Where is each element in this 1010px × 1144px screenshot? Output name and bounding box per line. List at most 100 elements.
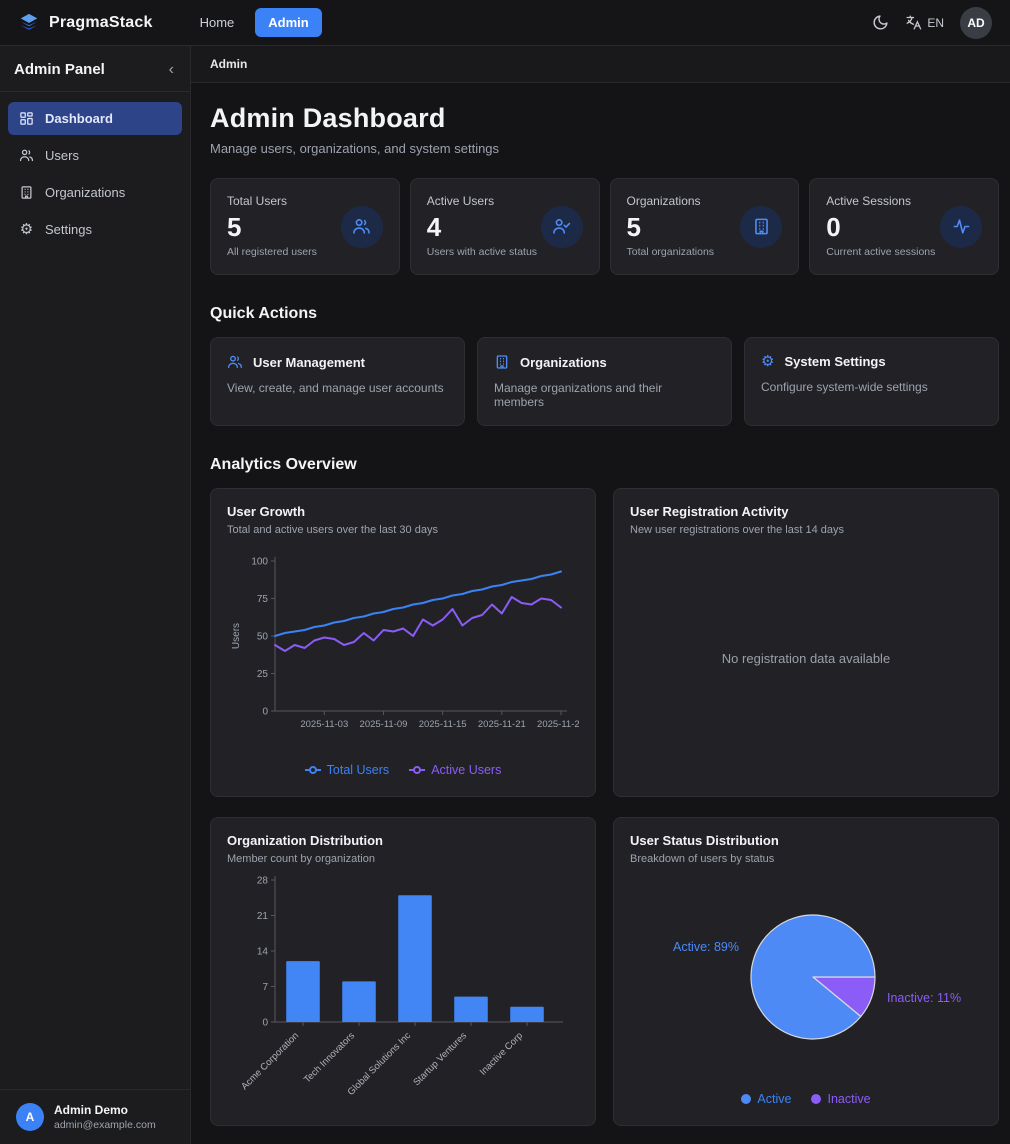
user-name: Admin Demo <box>54 1103 156 1117</box>
breadcrumb-bar: Admin <box>191 46 1010 83</box>
svg-text:14: 14 <box>257 946 269 957</box>
svg-text:Global Solutions Inc: Global Solutions Inc <box>346 1030 414 1098</box>
stat-card-active-sessions: Active Sessions 0 Current active session… <box>809 178 999 275</box>
svg-text:25: 25 <box>257 669 269 680</box>
stat-sub: Users with active status <box>427 246 583 258</box>
legend-active-users[interactable]: Active Users <box>409 763 501 777</box>
dot-icon <box>811 1094 821 1104</box>
quick-action-user-management[interactable]: User Management View, create, and manage… <box>210 337 465 426</box>
gear-icon: ⚙ <box>761 354 774 369</box>
user-status-pie-chart: Active: 89% Inactive: 11% <box>630 865 982 1092</box>
brand-name: PragmaStack <box>49 14 153 32</box>
user-status-card: User Status Distribution Breakdown of us… <box>613 817 999 1126</box>
svg-text:Inactive Corp: Inactive Corp <box>478 1030 525 1077</box>
chart-title: User Growth <box>227 504 579 519</box>
stat-card-total-users: Total Users 5 All registered users <box>210 178 400 275</box>
svg-text:2025-11-15: 2025-11-15 <box>419 719 467 730</box>
activity-icon <box>940 206 982 248</box>
language-selector[interactable]: EN <box>905 14 944 31</box>
building-icon <box>18 185 35 200</box>
sidebar-item-users[interactable]: Users <box>8 139 182 172</box>
quick-action-title: System Settings <box>784 354 885 369</box>
sidebar-item-dashboard[interactable]: Dashboard <box>8 102 182 135</box>
svg-text:Acme Corporation: Acme Corporation <box>239 1030 301 1092</box>
svg-text:Inactive: 11%: Inactive: 11% <box>887 991 961 1005</box>
stat-card-active-users: Active Users 4 Users with active status <box>410 178 600 275</box>
svg-text:21: 21 <box>257 911 269 922</box>
nav-link-home[interactable]: Home <box>187 8 248 37</box>
sidebar-item-settings[interactable]: ⚙ Settings <box>8 213 182 246</box>
main-content: Admin Admin Dashboard Manage users, orga… <box>191 46 1010 1144</box>
stat-sub: All registered users <box>227 246 383 258</box>
stat-sub: Current active sessions <box>826 246 982 258</box>
top-navbar: PragmaStack Home Admin EN AD <box>0 0 1010 46</box>
page-title: Admin Dashboard <box>210 103 999 134</box>
svg-text:2025-11-03: 2025-11-03 <box>300 719 348 730</box>
svg-text:Users: Users <box>231 622 242 648</box>
language-code: EN <box>927 16 944 30</box>
brand[interactable]: PragmaStack <box>18 12 153 34</box>
legend-inactive[interactable]: Inactive <box>811 1092 870 1106</box>
sidebar-item-organizations[interactable]: Organizations <box>8 176 182 209</box>
line-marker-icon <box>305 766 321 774</box>
users-icon <box>227 354 243 370</box>
analytics-heading: Analytics Overview <box>210 456 999 474</box>
line-chart-legend: Total Users Active Users <box>227 763 579 781</box>
user-check-icon <box>541 206 583 248</box>
chart-title: User Registration Activity <box>630 504 982 519</box>
quick-actions-grid: User Management View, create, and manage… <box>210 337 999 426</box>
building-icon <box>494 354 510 370</box>
sidebar-item-label: Dashboard <box>45 111 113 126</box>
sidebar-collapse-button[interactable]: ‹ <box>169 62 174 78</box>
quick-action-title: User Management <box>253 355 365 370</box>
svg-text:28: 28 <box>257 875 269 886</box>
admin-sidebar: Admin Panel ‹ Dashboard <box>0 46 191 1144</box>
avatar: A <box>16 1103 44 1131</box>
chart-subtitle: Total and active users over the last 30 … <box>227 524 579 536</box>
svg-text:100: 100 <box>251 556 268 567</box>
translate-icon <box>905 14 922 31</box>
theme-toggle-button[interactable] <box>872 14 889 31</box>
svg-text:75: 75 <box>257 594 269 605</box>
users-icon <box>18 148 35 163</box>
logo-layers-icon <box>18 12 40 34</box>
legend-active[interactable]: Active <box>741 1092 791 1106</box>
legend-total-users[interactable]: Total Users <box>305 763 390 777</box>
svg-text:2025-11-27: 2025-11-27 <box>537 719 579 730</box>
svg-text:Startup Ventures: Startup Ventures <box>411 1030 469 1088</box>
svg-text:50: 50 <box>257 631 269 642</box>
user-avatar[interactable]: AD <box>960 7 992 39</box>
org-distribution-card: Organization Distribution Member count b… <box>210 817 596 1126</box>
chart-subtitle: Member count by organization <box>227 853 579 865</box>
svg-text:2025-11-09: 2025-11-09 <box>360 719 408 730</box>
pie-legend: Active Inactive <box>630 1092 982 1110</box>
svg-text:2025-11-21: 2025-11-21 <box>478 719 526 730</box>
stats-grid: Total Users 5 All registered users Activ… <box>210 178 999 275</box>
dot-icon <box>741 1094 751 1104</box>
quick-action-organizations[interactable]: Organizations Manage organizations and t… <box>477 337 732 426</box>
registration-activity-card: User Registration Activity New user regi… <box>613 488 999 797</box>
breadcrumb[interactable]: Admin <box>210 57 247 71</box>
user-growth-card: User Growth Total and active users over … <box>210 488 596 797</box>
svg-text:Active: 89%: Active: 89% <box>673 940 739 954</box>
svg-text:0: 0 <box>262 1017 268 1028</box>
sidebar-item-label: Settings <box>45 222 92 237</box>
nav-link-admin[interactable]: Admin <box>255 8 321 37</box>
stat-card-organizations: Organizations 5 Total organizations <box>610 178 800 275</box>
moon-icon <box>872 14 889 31</box>
sidebar-nav: Dashboard Users Organizations <box>0 92 190 256</box>
stat-sub: Total organizations <box>627 246 783 258</box>
sidebar-item-label: Organizations <box>45 185 125 200</box>
chart-title: Organization Distribution <box>227 833 579 848</box>
quick-action-desc: View, create, and manage user accounts <box>227 381 448 395</box>
sidebar-user-card[interactable]: A Admin Demo admin@example.com <box>0 1089 190 1144</box>
charts-grid: User Growth Total and active users over … <box>210 488 999 1126</box>
building-icon <box>740 206 782 248</box>
line-marker-icon <box>409 766 425 774</box>
quick-action-system-settings[interactable]: ⚙ System Settings Configure system-wide … <box>744 337 999 426</box>
sidebar-title: Admin Panel <box>14 61 105 78</box>
chart-subtitle: Breakdown of users by status <box>630 853 982 865</box>
empty-state-message: No registration data available <box>722 651 890 666</box>
quick-action-desc: Manage organizations and their members <box>494 381 715 409</box>
user-growth-chart: 0255075100Users2025-11-032025-11-092025-… <box>227 536 579 763</box>
